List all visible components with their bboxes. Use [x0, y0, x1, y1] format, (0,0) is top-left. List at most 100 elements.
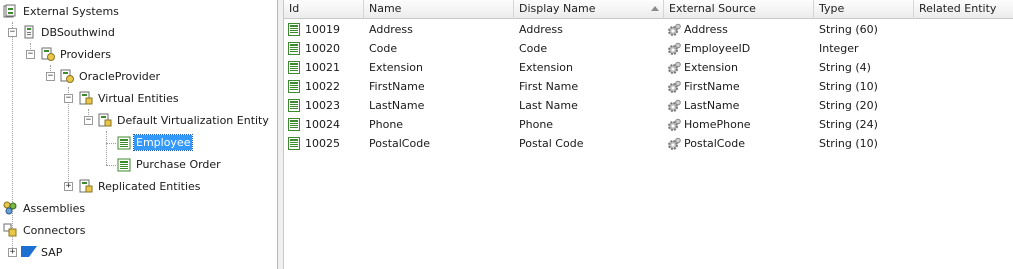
cell-external-source: LastName: [684, 99, 740, 112]
tree-item-employee[interactable]: Employee: [0, 132, 277, 153]
cell-external-source: Extension: [684, 61, 739, 74]
tree-label: Providers: [60, 48, 112, 61]
cell-name: LastName: [369, 99, 425, 112]
tree-label: Replicated Entities: [98, 180, 201, 193]
provider-icon: [60, 69, 74, 83]
table-row[interactable]: 10020 Code Code EmployeeID Integer: [284, 39, 1013, 58]
system-icon: [24, 25, 34, 39]
collapse-icon[interactable]: −: [8, 28, 17, 37]
cell-type: String (4): [819, 61, 871, 74]
tree-item-replicated-entities[interactable]: + Replicated Entities: [0, 176, 277, 197]
table-row[interactable]: 10023 LastName Last Name LastName String (20…: [284, 96, 1013, 115]
tree-item-dbsouthwind[interactable]: − DBSouthwind: [0, 22, 277, 43]
tree-item-oracleprovider[interactable]: − OracleProvider: [0, 66, 277, 87]
external-systems-icon: [3, 4, 16, 18]
tree-label: Assemblies: [23, 202, 86, 215]
cell-related-entity: [914, 77, 1013, 96]
tree-item-purchase-order[interactable]: Purchase Order: [0, 154, 277, 175]
cell-type: Integer: [819, 42, 859, 55]
column-header-label: Display Name: [519, 2, 596, 15]
cell-display-name: Last Name: [519, 99, 578, 112]
table-row[interactable]: 10021 Extension Extension Extension String (…: [284, 58, 1013, 77]
tree-label: Employee: [132, 134, 194, 151]
table-row[interactable]: 10025 PostalCode Postal Code PostalCode Stri…: [284, 134, 1013, 153]
attributes-grid[interactable]: Id Name Display Name External Source Typ…: [284, 0, 1013, 269]
cell-type: String (20): [819, 99, 878, 112]
virtual-entities-icon: [79, 91, 93, 105]
cell-display-name: Postal Code: [519, 137, 584, 150]
gear-icon: [668, 23, 681, 36]
column-header-external-source[interactable]: External Source: [664, 0, 814, 19]
cell-related-entity: [914, 96, 1013, 115]
cell-name: Phone: [369, 118, 404, 131]
cell-related-entity: [914, 134, 1013, 153]
tree-item-default-virtualization-entity[interactable]: − Default Virtualization Entity: [0, 110, 277, 131]
cell-related-entity: [914, 20, 1013, 39]
collapse-icon[interactable]: −: [84, 116, 93, 125]
expand-icon[interactable]: +: [64, 182, 73, 191]
sap-logo-icon: [21, 246, 37, 257]
cell-display-name: Address: [519, 23, 563, 36]
collapse-icon[interactable]: −: [64, 94, 73, 103]
tree-item-providers[interactable]: − Providers: [0, 44, 277, 65]
cell-name: Address: [369, 23, 413, 36]
cell-display-name: Extension: [519, 61, 574, 74]
table-row[interactable]: 10019 Address Address Address String (60): [284, 20, 1013, 39]
cell-external-source: HomePhone: [684, 118, 751, 131]
tree-item-sap[interactable]: + SAP: [0, 242, 277, 263]
column-header-related-entity[interactable]: Related Entity: [914, 0, 1013, 19]
cell-id: 10019: [305, 23, 340, 36]
tree-item-assemblies[interactable]: Assemblies: [0, 198, 277, 219]
cell-id: 10020: [305, 42, 340, 55]
cell-type: String (10): [819, 137, 878, 150]
cell-type: String (10): [819, 80, 878, 93]
tree-label: DBSouthwind: [41, 26, 115, 39]
cell-external-source: EmployeeID: [684, 42, 751, 55]
providers-icon: [41, 47, 55, 61]
cell-id: 10025: [305, 137, 340, 150]
cell-name: Code: [369, 42, 398, 55]
entity-icon: [117, 158, 131, 172]
collapse-icon[interactable]: −: [26, 50, 35, 59]
entity-icon: [117, 136, 131, 150]
gear-icon: [668, 99, 681, 112]
cell-display-name: First Name: [519, 80, 579, 93]
connectors-icon: [3, 223, 17, 237]
collapse-icon[interactable]: −: [46, 72, 55, 81]
cell-id: 10023: [305, 99, 340, 112]
tree-label: External Systems: [23, 5, 119, 18]
tree-label: Default Virtualization Entity: [117, 114, 269, 127]
virtualization-entity-icon: [98, 113, 112, 127]
column-header-name[interactable]: Name: [364, 0, 514, 19]
tree-view[interactable]: External Systems − DBSouthwind − Provide…: [0, 0, 278, 269]
cell-display-name: Code: [519, 42, 548, 55]
table-row[interactable]: 10022 FirstName First Name FirstName String …: [284, 77, 1013, 96]
expand-icon[interactable]: +: [8, 248, 17, 257]
column-header-id[interactable]: Id: [284, 0, 364, 19]
column-header-type[interactable]: Type: [814, 0, 914, 19]
gear-icon: [668, 118, 681, 131]
assemblies-icon: [3, 201, 17, 215]
gear-icon: [668, 42, 681, 55]
tree-item-connectors[interactable]: Connectors: [0, 220, 277, 241]
replicated-entities-icon: [79, 179, 93, 193]
column-header-display-name[interactable]: Display Name: [514, 0, 664, 19]
cell-display-name: Phone: [519, 118, 554, 131]
tree-label: Virtual Entities: [98, 92, 179, 105]
tree-label: Purchase Order: [136, 158, 221, 171]
cell-name: FirstName: [369, 80, 425, 93]
cell-external-source: Address: [684, 23, 728, 36]
gear-icon: [668, 137, 681, 150]
tree-item-virtual-entities[interactable]: − Virtual Entities: [0, 88, 277, 109]
cell-external-source: FirstName: [684, 80, 740, 93]
tree-label: Connectors: [23, 224, 86, 237]
gear-icon: [668, 80, 681, 93]
grid-header: Id Name Display Name External Source Typ…: [284, 0, 1013, 19]
cell-related-entity: [914, 39, 1013, 58]
cell-type: String (60): [819, 23, 878, 36]
sort-ascending-icon: [651, 6, 659, 11]
tree-item-external-systems[interactable]: External Systems: [0, 1, 277, 22]
cell-name: PostalCode: [369, 137, 430, 150]
table-row[interactable]: 10024 Phone Phone HomePhone String (24): [284, 115, 1013, 134]
tree-label: SAP: [41, 246, 63, 259]
